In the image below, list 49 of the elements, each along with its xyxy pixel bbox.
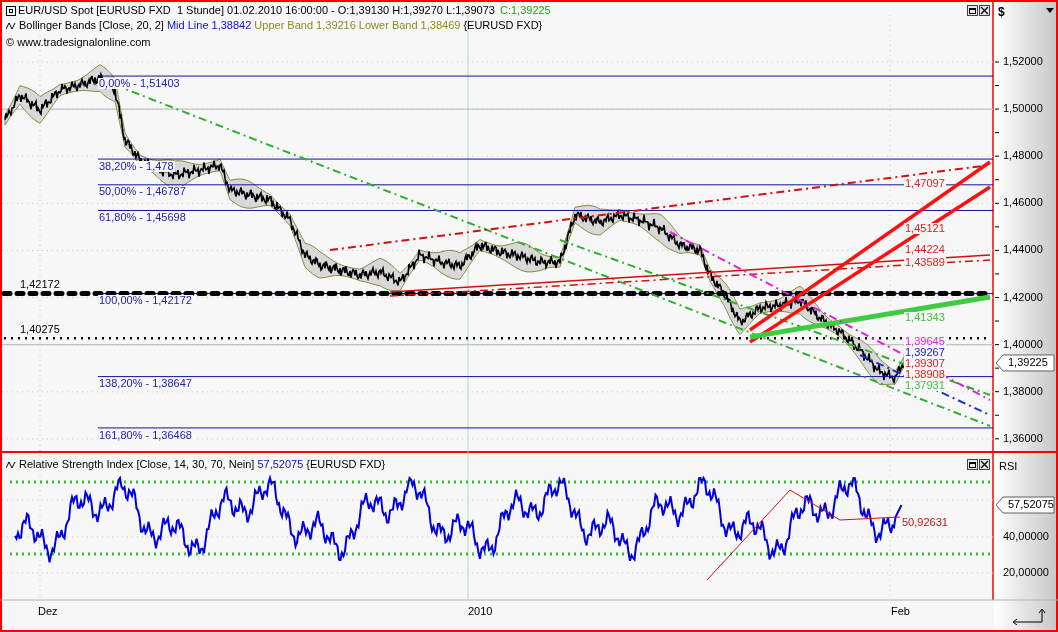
axis-tick-label: 1,40000 [1003, 338, 1043, 350]
chart-title: EUR/USD Spot [EURUSD FXD 1 Stunde] 01.02.2010 16:00:00 - O:1,39130 H:1,39270 L:1,39073 [18, 5, 495, 16]
axis-tick-label: 1,50000 [1003, 103, 1043, 115]
axis-tick-label: 20,00000 [1003, 567, 1049, 578]
trendline-value-label: 1,43589 [904, 257, 946, 268]
trendline-value-label: 1,47097 [904, 178, 946, 189]
current-value-label: 57,52075 [1008, 499, 1054, 510]
trendline-value-label: 1,45121 [904, 223, 946, 234]
fibonacci-level-label: 100,00% - 1,42172 [98, 295, 193, 306]
axis-tick-label: 1,42000 [1003, 291, 1043, 303]
data-source: {EURUSD FXD} [306, 459, 386, 470]
trendline-value-label: 1,38908 [904, 369, 946, 380]
trendline-value-label: 1,37931 [904, 380, 946, 391]
rsi-value: 57,52075 [257, 459, 304, 470]
axis-tick-label: 1,52000 [1003, 56, 1043, 67]
fibonacci-level-label: 161,80% - 1,36468 [98, 430, 193, 441]
indicator-name: Bollinger Bands [Close, 20, 2] [19, 20, 164, 31]
trendline-value-label: 1,39267 [904, 347, 946, 358]
axis-tick-label: 1,48000 [1003, 150, 1043, 162]
time-axis-label: Feb [891, 606, 910, 617]
trendline-value-label: 1,39645 [904, 336, 946, 347]
upper-band-value: Upper Band 1,39216 [254, 20, 356, 31]
fibonacci-level-label: 138,20% - 1,38647 [98, 378, 193, 389]
price-level-label: 1,40275 [20, 324, 60, 335]
lower-band-value: Lower Band 1,38469 [358, 20, 461, 31]
copyright-text: © www.tradesignalonline.com [6, 37, 151, 48]
axis-title: RSI [999, 461, 1018, 472]
axis-tick-label: 40,00000 [1003, 531, 1049, 542]
currency-label: $ [998, 6, 1005, 18]
axis-tick-label: 1,44000 [1003, 244, 1043, 256]
axis-tick-label: 1,38000 [1003, 385, 1043, 397]
close-price: C:1,39225 [499, 5, 551, 16]
time-axis-label: Dez [38, 606, 58, 617]
trendline-value-label: 50,92631 [902, 517, 948, 528]
axis-tick-label: 1,36000 [1003, 432, 1043, 444]
axis-tick-label: 1,46000 [1003, 197, 1043, 209]
price-level-label: 1,42172 [20, 279, 60, 290]
fibonacci-level-label: 50,00% - 1,46787 [98, 186, 187, 197]
trendline-value-label: 1,39307 [904, 358, 946, 369]
time-axis-label: 2010 [468, 606, 493, 617]
data-source: {EURUSD FXD} [463, 20, 543, 31]
fibonacci-level-label: 38,20% - 1,478 [98, 161, 175, 172]
trendline-value-label: 1,41343 [904, 312, 946, 323]
trendline-value-label: 1,44224 [904, 244, 946, 255]
current-price-label: 1,39225 [1008, 356, 1048, 368]
mid-line-value: Mid Line 1,38842 [166, 20, 252, 31]
fibonacci-level-label: 61,80% - 1,45698 [98, 212, 187, 223]
fibonacci-level-label: 0,00% - 1,51403 [98, 78, 181, 89]
indicator-name: Relative Strength Index [Close, 14, 30, 70, Nein] [19, 459, 255, 470]
